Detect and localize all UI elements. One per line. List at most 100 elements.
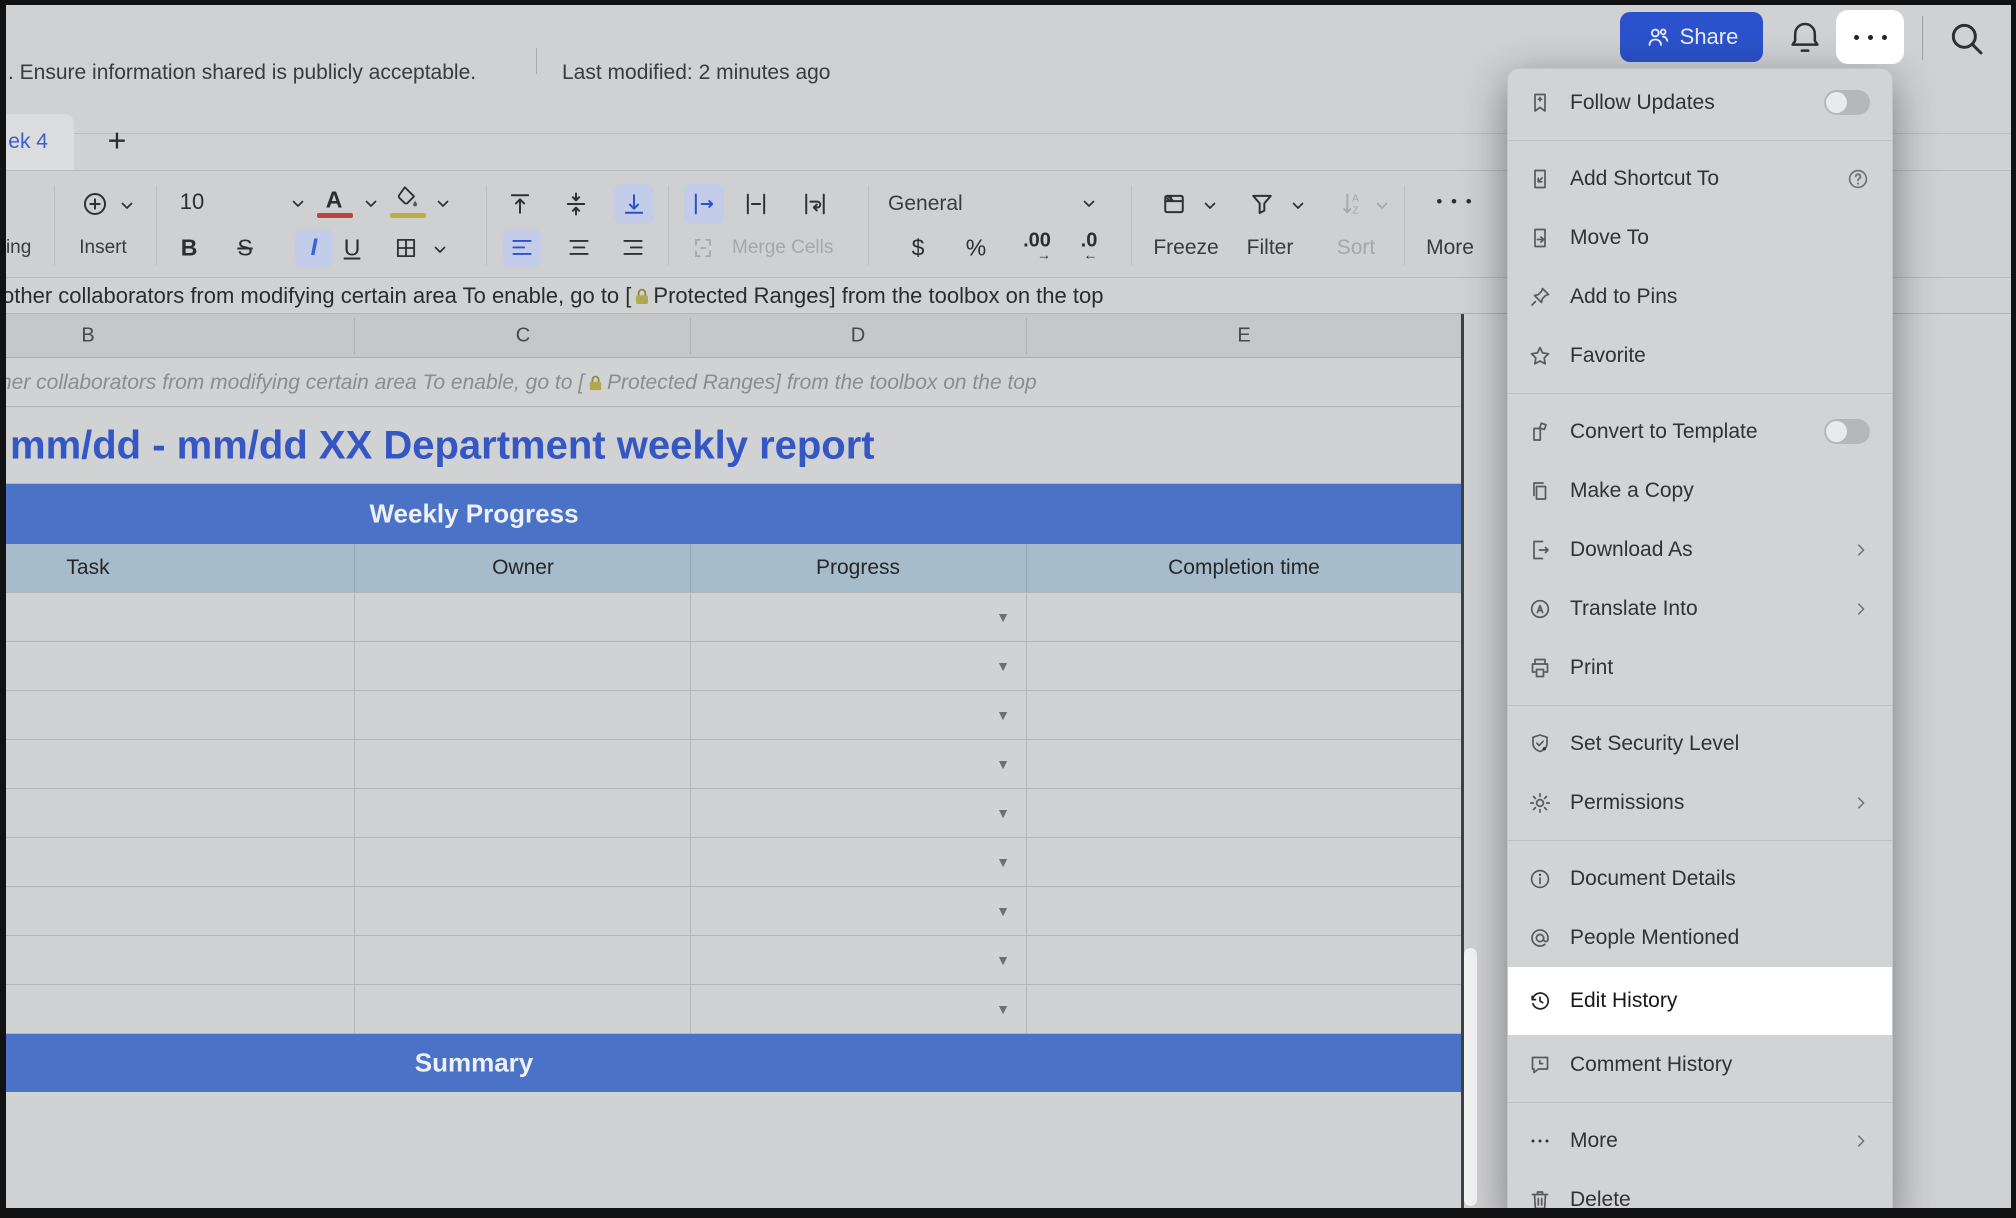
sheet-tab-active[interactable]: ek 4 — [0, 114, 74, 170]
menu-item-people-mentioned[interactable]: People Mentioned — [1508, 908, 1892, 967]
valign-bottom-button-active[interactable] — [614, 184, 654, 224]
search-icon[interactable] — [1946, 18, 1986, 58]
font-color-chevron-icon[interactable] — [365, 200, 377, 208]
filter-chevron-icon[interactable] — [1292, 202, 1304, 210]
italic-button-active[interactable]: I — [295, 229, 333, 267]
number-format-chevron-icon[interactable] — [1083, 200, 1095, 208]
menu-item-comment-history[interactable]: Comment History — [1508, 1035, 1892, 1094]
follow-updates-toggle[interactable] — [1824, 90, 1870, 115]
progress-dropdown-icon[interactable]: ▼ — [996, 609, 1010, 625]
report-title-row[interactable]: mm/dd - mm/dd XX Department weekly repor… — [0, 407, 1461, 484]
column-letter-C[interactable]: C — [516, 324, 530, 347]
table-row[interactable]: ▼ — [0, 789, 1461, 838]
share-button[interactable]: Share — [1620, 12, 1763, 62]
decimal-increase-button[interactable]: .00→ — [1023, 230, 1051, 263]
merge-cells-icon[interactable] — [690, 235, 716, 261]
freeze-chevron-icon[interactable] — [1204, 202, 1216, 210]
translate-into-chevron-icon[interactable] — [1852, 600, 1870, 618]
progress-dropdown-icon[interactable]: ▼ — [996, 952, 1010, 968]
progress-dropdown-icon[interactable]: ▼ — [996, 756, 1010, 772]
menu-item-favorite[interactable]: Favorite — [1508, 326, 1892, 385]
bold-button[interactable]: B — [181, 235, 198, 262]
freeze-icon[interactable] — [1160, 190, 1188, 218]
font-color-button[interactable]: A — [326, 187, 343, 214]
app-window: . Ensure information shared is publicly … — [0, 0, 2016, 1218]
valign-top-icon[interactable] — [506, 190, 534, 218]
download-as-chevron-icon[interactable] — [1852, 541, 1870, 559]
notifications-bell-icon[interactable] — [1786, 18, 1824, 56]
menu-item-more[interactable]: More — [1508, 1111, 1892, 1170]
insert-chevron-icon[interactable] — [121, 202, 133, 210]
convert-to-template-toggle[interactable] — [1824, 419, 1870, 444]
progress-dropdown-icon[interactable]: ▼ — [996, 805, 1010, 821]
fill-color-icon[interactable] — [394, 184, 420, 210]
menu-item-edit-history[interactable]: Edit History — [1508, 967, 1892, 1035]
halign-right-icon[interactable] — [620, 235, 646, 261]
table-row[interactable]: ▼ — [0, 593, 1461, 642]
progress-dropdown-icon[interactable]: ▼ — [996, 1001, 1010, 1017]
table-header-cell[interactable]: Task — [66, 556, 109, 580]
table-row[interactable]: ▼ — [0, 887, 1461, 936]
column-letter-D[interactable]: D — [851, 324, 865, 347]
table-row[interactable]: ▼ — [0, 740, 1461, 789]
add-sheet-button[interactable]: + — [108, 123, 127, 160]
more-options-button[interactable] — [1836, 10, 1904, 64]
progress-dropdown-icon[interactable]: ▼ — [996, 658, 1010, 674]
menu-item-document-details[interactable]: Document Details — [1508, 849, 1892, 908]
table-header-cell[interactable]: Owner — [492, 556, 554, 580]
menu-item-move-to[interactable]: Move To — [1508, 208, 1892, 267]
progress-dropdown-icon[interactable]: ▼ — [996, 854, 1010, 870]
menu-item-add-to-pins[interactable]: Add to Pins — [1508, 267, 1892, 326]
text-wrap-icon[interactable] — [801, 190, 829, 218]
fill-color-chevron-icon[interactable] — [437, 200, 449, 208]
grid-line — [354, 691, 355, 739]
menu-item-set-security-level[interactable]: Set Security Level — [1508, 714, 1892, 773]
text-overflow-button-active[interactable] — [684, 184, 724, 224]
table-header-cell[interactable]: Progress — [816, 556, 900, 580]
decimal-decrease-button[interactable]: .0← — [1081, 230, 1098, 263]
menu-item-add-shortcut-to[interactable]: Add Shortcut To — [1508, 149, 1892, 208]
table-row[interactable]: ▼ — [0, 642, 1461, 691]
underline-button[interactable]: U — [344, 235, 361, 262]
vertical-scrollbar[interactable] — [1464, 948, 1477, 1206]
permissions-chevron-icon[interactable] — [1852, 794, 1870, 812]
table-row[interactable]: ▼ — [0, 691, 1461, 740]
number-format-value[interactable]: General — [888, 192, 963, 216]
table-header-cell[interactable]: Completion time — [1168, 556, 1320, 580]
column-letter-B[interactable]: B — [81, 324, 94, 347]
currency-format-button[interactable]: $ — [912, 235, 925, 262]
font-size-chevron-icon[interactable] — [292, 200, 304, 208]
menu-item-permissions[interactable]: Permissions — [1508, 773, 1892, 832]
summary-section-row[interactable]: Summary — [0, 1034, 1461, 1092]
menu-item-make-a-copy[interactable]: Make a Copy — [1508, 461, 1892, 520]
more-chevron-icon[interactable] — [1852, 1132, 1870, 1150]
menu-item-follow-updates[interactable]: Follow Updates — [1508, 73, 1892, 132]
toolbar-more-dots-icon[interactable]: • • • — [1436, 192, 1473, 212]
halign-center-icon[interactable] — [566, 235, 592, 261]
valign-middle-icon[interactable] — [562, 190, 590, 218]
font-size-value[interactable]: 10 — [180, 189, 204, 215]
progress-dropdown-icon[interactable]: ▼ — [996, 903, 1010, 919]
table-row[interactable]: ▼ — [0, 838, 1461, 887]
column-letter-E[interactable]: E — [1237, 324, 1250, 347]
protected-ranges-notice-row[interactable]: her collaborators from modifying certain… — [0, 358, 1461, 407]
halign-left-button-active[interactable] — [503, 229, 541, 267]
percent-format-button[interactable]: % — [966, 235, 986, 262]
menu-item-translate-into[interactable]: Translate Into — [1508, 579, 1892, 638]
add-shortcut-to-help-icon[interactable] — [1846, 167, 1870, 191]
text-clip-icon[interactable] — [742, 190, 770, 218]
menu-item-convert-to-template[interactable]: Convert to Template — [1508, 402, 1892, 461]
table-header-row[interactable]: Task Owner Progress Completion time — [0, 544, 1461, 593]
toolbar-divider — [486, 185, 487, 265]
table-row[interactable]: ▼ — [0, 985, 1461, 1034]
insert-icon[interactable] — [81, 190, 109, 218]
weekly-progress-section-row[interactable]: Weekly Progress — [0, 484, 1461, 544]
borders-chevron-icon[interactable] — [434, 246, 446, 254]
filter-icon[interactable] — [1248, 190, 1276, 218]
borders-icon[interactable] — [393, 235, 419, 261]
menu-item-download-as[interactable]: Download As — [1508, 520, 1892, 579]
table-row[interactable]: ▼ — [0, 936, 1461, 985]
strikethrough-button[interactable]: S — [237, 235, 252, 262]
progress-dropdown-icon[interactable]: ▼ — [996, 707, 1010, 723]
menu-item-print[interactable]: Print — [1508, 638, 1892, 697]
